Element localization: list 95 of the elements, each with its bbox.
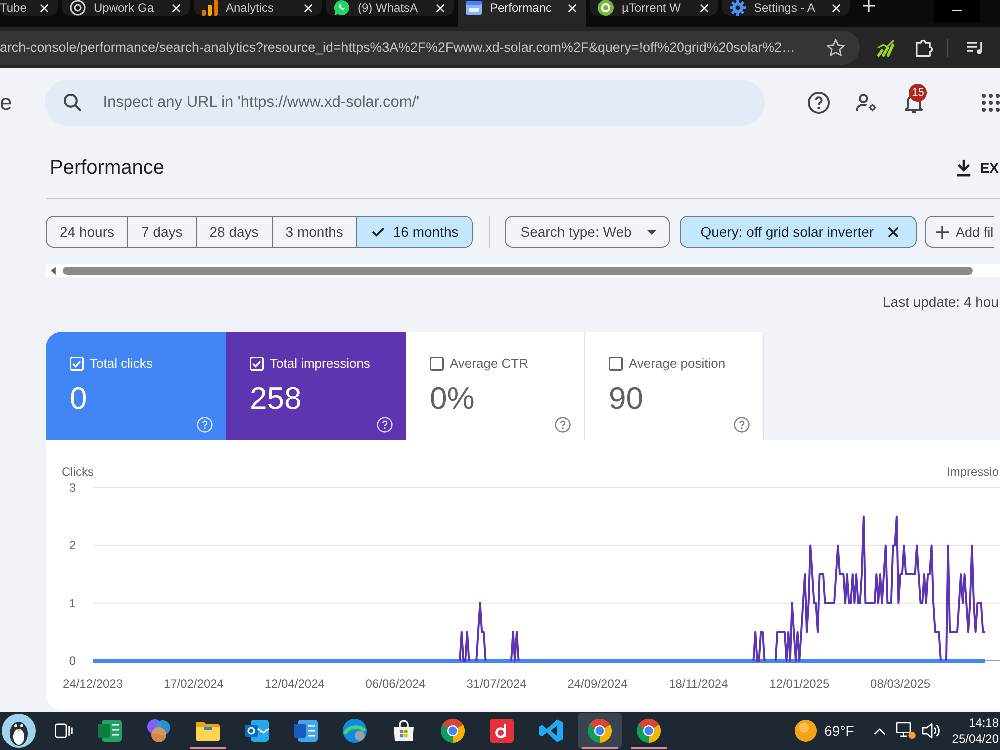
search-field[interactable]: Inspect any URL in 'https://www.xd-solar.com/' — [45, 80, 766, 126]
search-type-dropdown[interactable]: Search type: Web — [504, 216, 670, 248]
metric-value: 258 — [250, 381, 302, 417]
x-axis-tick-label: 12/01/2025 — [770, 677, 830, 691]
x-axis-tick-label: 06/06/2024 — [366, 677, 426, 691]
mail-icon — [245, 720, 269, 742]
logo-text[interactable]: e — [0, 90, 12, 116]
scroll-left-icon[interactable] — [51, 266, 56, 274]
plus-icon[interactable] — [863, 0, 875, 12]
spreadsheet-icon — [98, 719, 122, 743]
metric-value: 0% — [430, 381, 475, 417]
penguin-icon[interactable] — [2, 714, 36, 748]
monitor-icon[interactable] — [896, 722, 916, 740]
metric-card[interactable]: Average position 90 — [585, 332, 764, 440]
date-range-tab[interactable]: 28 days — [196, 217, 272, 247]
metric-label: Average CTR — [450, 356, 529, 371]
x-axis-tick-label: 24/09/2024 — [568, 677, 628, 691]
y-axis-tick-label: 2 — [69, 538, 76, 553]
taskbar-app[interactable] — [578, 713, 622, 749]
x-axis-tick-label: 17/02/2024 — [164, 677, 224, 691]
metric-value: 90 — [609, 381, 644, 417]
help-icon[interactable] — [734, 417, 750, 433]
x-axis-tick-label: 18/11/2024 — [669, 677, 728, 691]
wave-circle-icon — [343, 719, 367, 743]
speaker-icon[interactable] — [922, 723, 940, 739]
clock-date[interactable]: 25/04/20 — [952, 731, 999, 747]
axis-title: Impressio — [946, 465, 999, 479]
metric-label: Average position — [629, 356, 726, 371]
help-icon[interactable] — [555, 417, 571, 433]
ring-logo-icon — [441, 719, 465, 743]
metric-card[interactable]: Average CTR 0% — [406, 332, 585, 440]
date-range-tab[interactable]: 16 months — [356, 217, 472, 247]
task-view-icon[interactable] — [55, 723, 73, 739]
sun-icon[interactable] — [794, 720, 817, 742]
axis-title: Clicks — [62, 465, 94, 479]
add-filter-button[interactable]: Add fil — [925, 216, 994, 248]
gear-icon — [730, 0, 746, 16]
checkbox[interactable] — [609, 356, 623, 370]
search-icon — [64, 94, 82, 112]
y-axis-tick-label: 1 — [69, 596, 76, 610]
ring-logo-icon — [588, 719, 612, 743]
metric-label: Total clicks — [90, 356, 153, 371]
star-icon[interactable] — [827, 38, 845, 56]
metric-value: 0 — [70, 381, 88, 417]
ribbon-icon — [539, 719, 563, 743]
address-bar[interactable]: arch-console/performance/search-analytics?resource_id=https%3A%2F%2Fwww.xd-solar.com%2F&query=!off%20grid%20solar%2… — [0, 30, 860, 64]
playlist-icon[interactable] — [966, 40, 984, 56]
metric-label: Total impressions — [270, 356, 370, 371]
x-axis-tick-label: 24/12/2023 — [62, 677, 124, 691]
export-button[interactable]: EX — [956, 159, 999, 177]
user-settings-icon[interactable] — [856, 93, 878, 113]
x-axis-tick-label: 08/03/2025 — [870, 677, 931, 691]
close-icon[interactable] — [888, 226, 900, 238]
help-icon[interactable] — [808, 92, 830, 114]
y-axis-tick-label: 0 — [69, 654, 76, 668]
bar-chart-icon — [202, 0, 218, 16]
plus-icon — [936, 226, 950, 238]
browser-tab[interactable]: Settings - A — [722, 0, 850, 16]
browser-tab[interactable]: Upwork Ga — [62, 0, 190, 16]
shopping-bag-icon — [393, 720, 415, 742]
browser-tab[interactable]: Performanc — [458, 0, 586, 27]
folder-icon — [196, 721, 220, 741]
chevron-up-icon[interactable] — [874, 728, 886, 734]
overlapping-circles-icon — [147, 719, 171, 743]
checkbox[interactable] — [430, 356, 444, 370]
x-axis-tick-label: 12/04/2024 — [264, 677, 325, 691]
date-range-tab[interactable]: 24 hours — [47, 217, 128, 247]
browser-tab[interactable]: (9) WhatsA — [326, 0, 454, 16]
chat-bubble-icon — [334, 0, 350, 16]
date-range-tab[interactable]: 7 days — [127, 217, 196, 247]
notification-badge: 15 — [909, 84, 928, 102]
query-filter-chip[interactable]: Query: off grid solar inverter — [680, 216, 918, 248]
trend-bars-icon[interactable] — [877, 38, 895, 56]
x-axis-tick-label: 31/07/2024 — [466, 677, 527, 691]
ring-icon — [598, 0, 614, 16]
concentric-rings-icon — [70, 0, 86, 16]
last-update-text: Last update: 4 hou — [883, 294, 999, 310]
scrollbar-thumb[interactable] — [63, 266, 973, 274]
y-axis-tick-label: 3 — [69, 481, 76, 495]
apps-grid-icon[interactable] — [982, 94, 1000, 112]
browser-tab[interactable]: Tube — [0, 0, 58, 16]
browser-tab[interactable]: Analytics — [194, 0, 322, 16]
puzzle-icon[interactable] — [915, 38, 933, 56]
check-icon — [372, 227, 386, 237]
window-icon — [466, 1, 482, 15]
download-icon — [956, 159, 972, 177]
ring-logo-icon — [637, 719, 661, 743]
document-icon — [294, 719, 318, 743]
page-title: Performance — [50, 156, 164, 180]
minimize-icon — [952, 10, 962, 12]
clock-time[interactable]: 14:18 — [968, 715, 999, 731]
tile-icon — [490, 719, 514, 743]
temperature-text[interactable]: 69°F — [824, 723, 854, 739]
caret-icon — [646, 230, 657, 234]
browser-tab[interactable]: µTorrent W — [590, 0, 718, 16]
